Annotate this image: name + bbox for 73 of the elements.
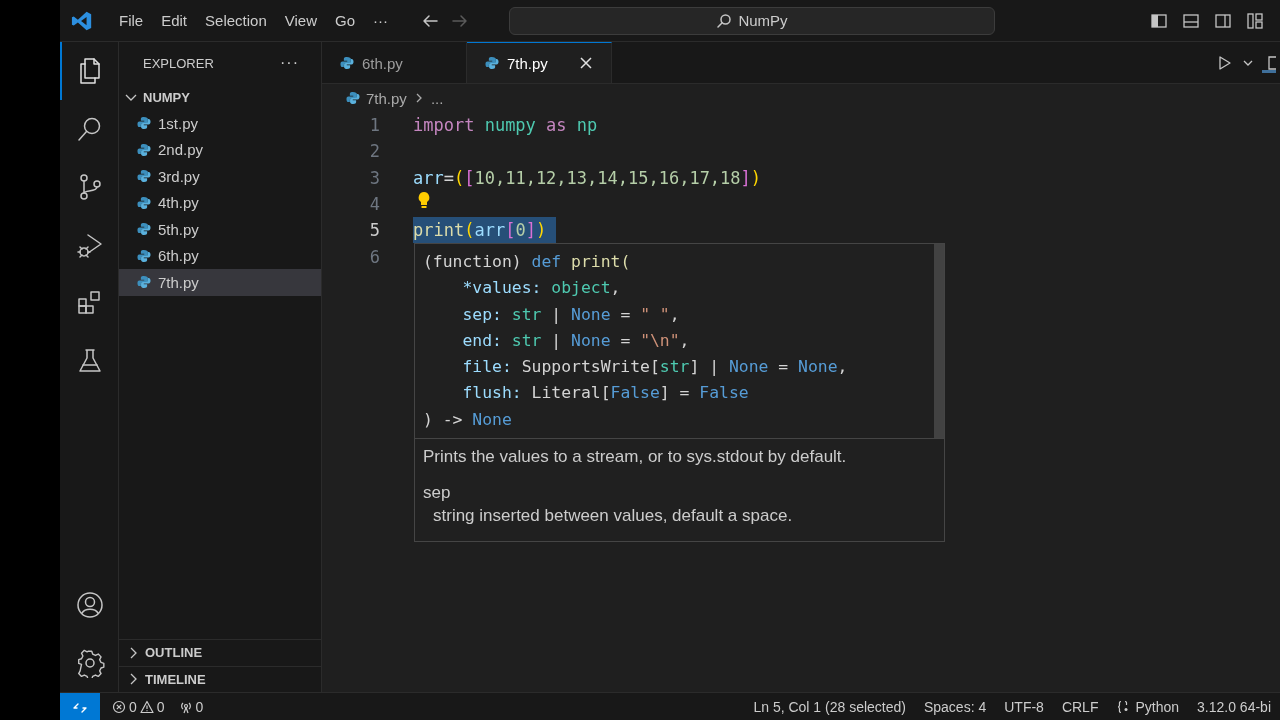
menu-item[interactable]: Selection: [196, 9, 276, 32]
signature-line: flush: Literal[False] = False: [461, 382, 750, 405]
code-line: arr=([10,11,12,13,14,15,16,17,18]): [413, 166, 762, 190]
problems-button[interactable]: 0 0: [110, 698, 167, 715]
customize-layout-icon[interactable]: [1246, 11, 1264, 30]
status-item[interactable]: Ln 5, Col 1 (28 selected): [744, 698, 915, 715]
python-file-icon: [346, 91, 360, 105]
remote-button[interactable]: [60, 692, 100, 720]
folder-row[interactable]: NUMPY: [119, 84, 321, 110]
account-icon: [75, 590, 105, 620]
close-icon[interactable]: [579, 56, 593, 70]
status-item[interactable]: UTF-8: [995, 698, 1053, 715]
explorer-entry[interactable]: 7th.py: [119, 269, 321, 296]
error-icon: [112, 699, 126, 714]
python-file-icon: [137, 248, 151, 263]
settings-icon: [75, 648, 105, 678]
sidebar-layout-icon[interactable]: [1150, 11, 1168, 30]
line-number: 6: [368, 246, 380, 267]
menu-item[interactable]: ···: [364, 9, 397, 32]
lightbulb-icon[interactable]: [416, 191, 432, 210]
status-item[interactable]: CRLF: [1052, 698, 1108, 715]
param-name: sep: [423, 483, 452, 504]
menu-item[interactable]: Go: [326, 9, 364, 32]
signature-line: ) -> None: [423, 408, 513, 431]
breadcrumb-item[interactable]: ...: [430, 89, 444, 107]
code-line: import numpy as np: [413, 114, 598, 138]
scrollbar[interactable]: [934, 244, 944, 439]
python-file-icon: [137, 142, 151, 157]
python-file-icon: [137, 222, 151, 237]
secondary-sidebar-icon[interactable]: [1214, 11, 1232, 30]
python-file-icon: [485, 56, 499, 70]
ports-button[interactable]: 0: [176, 698, 206, 715]
panel-layout-icon[interactable]: [1182, 11, 1200, 30]
app-logo-icon: [71, 9, 93, 32]
signature-line: end: str | None = "\n",: [461, 329, 691, 352]
param-description: string inserted between values, default a space.: [433, 506, 794, 527]
explorer-entry[interactable]: 4th.py: [119, 189, 321, 216]
signature-line: *values: object,: [461, 277, 622, 300]
explorer-entry[interactable]: 5th.py: [119, 216, 321, 243]
line-number: 2: [368, 141, 380, 162]
sidebar-title: EXPLORER: [143, 55, 214, 71]
explorer-entry[interactable]: 6th.py: [119, 242, 321, 269]
warning-icon: [139, 699, 154, 714]
explorer-entry[interactable]: 2nd.py: [119, 136, 321, 163]
menu-item[interactable]: File: [110, 9, 153, 32]
status-item[interactable]: Spaces: 4: [914, 698, 996, 715]
line-number: 3: [368, 167, 380, 188]
search-field[interactable]: NumPy: [509, 6, 995, 35]
line-number: 5: [368, 220, 380, 241]
search-icon: [716, 12, 733, 29]
line-number: 4: [368, 194, 380, 215]
doc-description: Prints the values to a stream, or to sys.stdout by default.: [423, 447, 848, 468]
python-file-icon: [340, 56, 354, 70]
breadcrumb-item[interactable]: 7th.py: [366, 89, 407, 107]
python-file-icon: [137, 116, 151, 131]
minimap-mark: [1262, 70, 1276, 73]
python-file-icon: [137, 195, 151, 210]
editor-tab[interactable]: 7th.py: [467, 42, 612, 83]
section-header[interactable]: OUTLINE: [119, 639, 321, 666]
signature-line: (function) def print(: [423, 251, 632, 273]
menu-item[interactable]: Edit: [152, 9, 197, 32]
status-item[interactable]: 3.12.0 64-bi: [1188, 698, 1280, 715]
signature-line: file: SupportsWrite[str] | None = None,: [461, 356, 849, 379]
python-file-icon: [137, 169, 151, 184]
python-file-icon: [137, 275, 151, 290]
explorer-entry[interactable]: 3rd.py: [119, 163, 321, 190]
status-item[interactable]: Python: [1107, 698, 1189, 715]
explorer-entry[interactable]: 1st.py: [119, 110, 321, 137]
line-number: 1: [368, 115, 380, 136]
menu-item[interactable]: View: [275, 9, 326, 32]
run-icon[interactable]: [1216, 54, 1232, 71]
signature-line: sep: str | None = " ",: [461, 303, 681, 326]
more-actions-button[interactable]: ···: [274, 53, 305, 73]
